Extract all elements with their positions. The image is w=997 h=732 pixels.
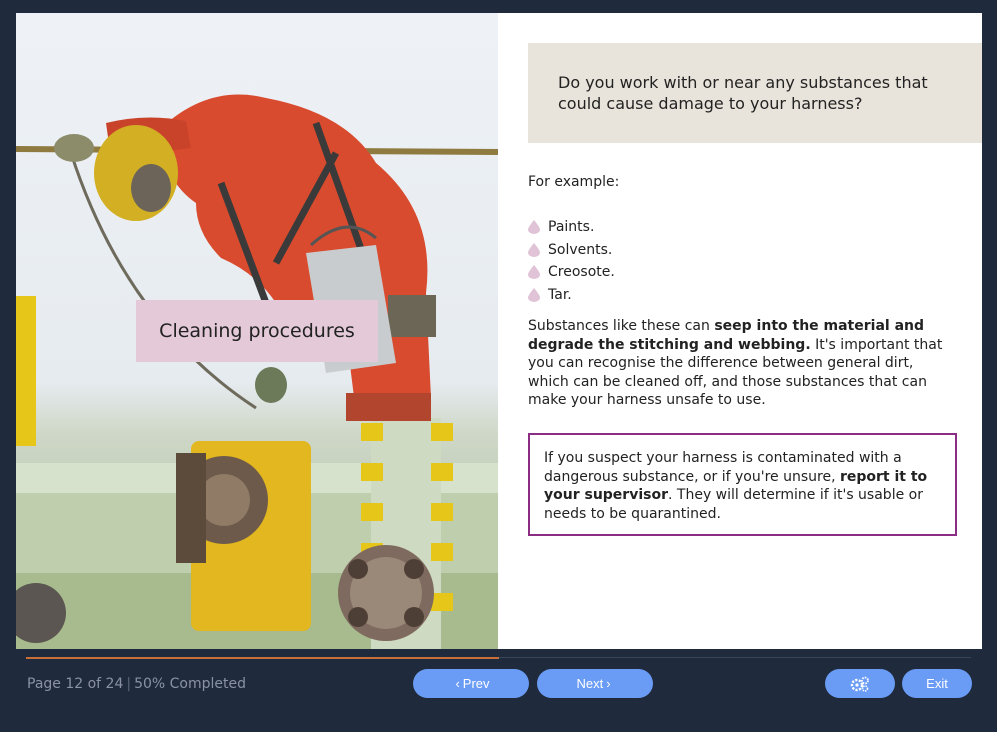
page-counter: Page 12 of 24 bbox=[27, 676, 124, 692]
list-item: Creosote. bbox=[528, 261, 615, 284]
settings-button[interactable] bbox=[825, 669, 895, 698]
completion-status: 50% Completed bbox=[134, 676, 247, 692]
list-item: Tar. bbox=[528, 284, 615, 307]
example-intro: For example: bbox=[528, 174, 620, 190]
status-separator: | bbox=[126, 676, 132, 692]
chevron-right-icon: › bbox=[606, 676, 611, 691]
progress-fill bbox=[26, 657, 499, 659]
list-item-label: Solvents. bbox=[548, 241, 613, 258]
example-list: Paints. Solvents. Creosote. Tar. bbox=[528, 216, 615, 306]
list-item-label: Paints. bbox=[548, 219, 595, 236]
prev-label: Prev bbox=[462, 676, 490, 691]
list-item-label: Tar. bbox=[548, 286, 572, 303]
droplet-icon bbox=[528, 220, 540, 235]
question-box: Do you work with or near any substances … bbox=[528, 43, 982, 143]
next-label: Next bbox=[576, 676, 604, 691]
gears-icon bbox=[850, 676, 869, 692]
page-status: Page 12 of 24 | 50% Completed bbox=[27, 676, 246, 692]
droplet-icon bbox=[528, 265, 540, 280]
list-item: Paints. bbox=[528, 216, 615, 239]
next-button[interactable]: Next › bbox=[537, 669, 653, 698]
explanation-paragraph: Substances like these can seep into the … bbox=[528, 317, 958, 410]
list-item-label: Creosote. bbox=[548, 264, 615, 281]
droplet-icon bbox=[528, 287, 540, 302]
chevron-left-icon: ‹ bbox=[455, 676, 460, 691]
topic-label: Cleaning procedures bbox=[136, 300, 378, 362]
paragraph-text: Substances like these can bbox=[528, 318, 715, 334]
slide: Cleaning procedures Do you work with or … bbox=[16, 13, 982, 649]
list-item: Solvents. bbox=[528, 239, 615, 262]
prev-button[interactable]: ‹ Prev bbox=[413, 669, 529, 698]
callout-box: If you suspect your harness is contamina… bbox=[528, 433, 957, 536]
worker-photo: Cleaning procedures bbox=[16, 13, 498, 649]
content-panel: Do you work with or near any substances … bbox=[498, 13, 982, 649]
droplet-icon bbox=[528, 242, 540, 257]
exit-button[interactable]: Exit bbox=[902, 669, 972, 698]
